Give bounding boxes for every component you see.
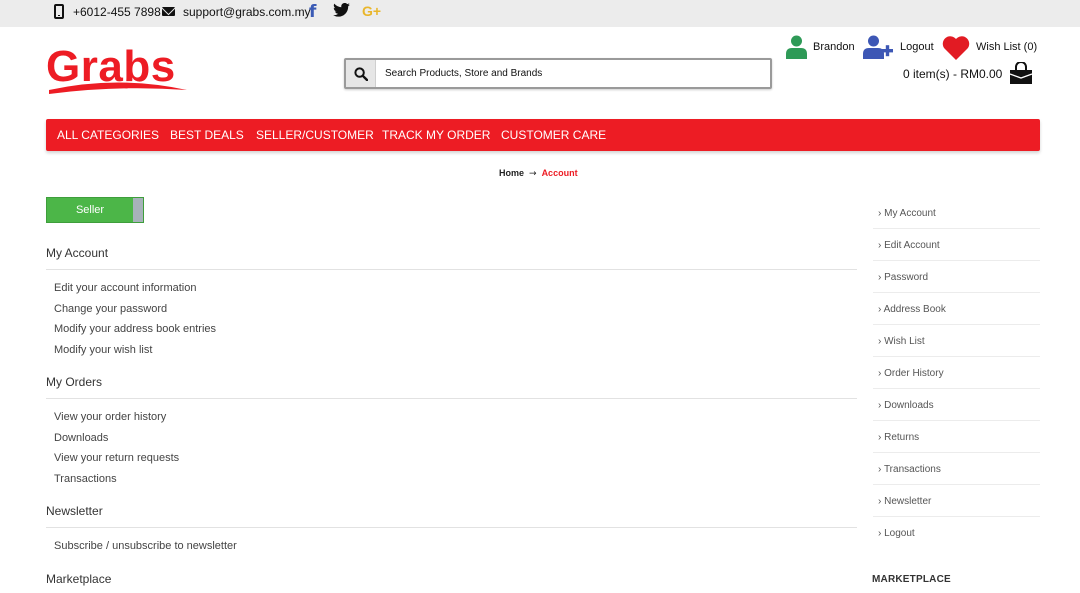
support-email[interactable]: support@grabs.com.my: [183, 0, 311, 24]
arrow-right-icon: →: [529, 169, 537, 179]
sidebar-item-wish-list[interactable]: › Wish List: [878, 336, 925, 347]
divider: [873, 356, 1040, 357]
wishlist-link[interactable]: Wish List (0): [942, 34, 1037, 60]
link-return-requests[interactable]: View your return requests: [54, 452, 179, 464]
user-account-link[interactable]: Brandon: [786, 34, 855, 60]
divider: [46, 527, 857, 528]
sidebar-item-logout[interactable]: › Logout: [878, 528, 915, 539]
breadcrumb-current[interactable]: Account: [542, 168, 578, 178]
main-nav: ALL CATEGORIES BEST DEALS SELLER/CUSTOME…: [46, 119, 1040, 151]
link-transactions[interactable]: Transactions: [54, 473, 117, 485]
search-input[interactable]: [376, 60, 770, 87]
logout-label: Logout: [900, 41, 934, 53]
nav-customer-care[interactable]: CUSTOMER CARE: [501, 119, 606, 151]
phone-icon: [54, 4, 64, 19]
divider: [873, 324, 1040, 325]
divider: [46, 269, 857, 270]
link-change-password[interactable]: Change your password: [54, 303, 167, 315]
cart-link[interactable]: 0 item(s) - RM0.00: [903, 62, 1033, 85]
seller-toggle[interactable]: Seller: [46, 197, 144, 223]
sidebar-item-downloads[interactable]: › Downloads: [878, 400, 934, 411]
nav-track-my-order[interactable]: TRACK MY ORDER: [382, 119, 490, 151]
section-title-newsletter: Newsletter: [46, 504, 103, 518]
cart-summary: 0 item(s) - RM0.00: [903, 66, 1003, 81]
section-title-my-orders: My Orders: [46, 375, 103, 389]
user-name: Brandon: [813, 41, 855, 53]
link-wish-list[interactable]: Modify your wish list: [54, 344, 152, 356]
nav-best-deals[interactable]: BEST DEALS: [170, 119, 244, 151]
breadcrumb: Home → Account: [499, 168, 578, 179]
divider: [873, 420, 1040, 421]
link-address-book[interactable]: Modify your address book entries: [54, 323, 216, 335]
section-title-my-account: My Account: [46, 246, 109, 260]
link-order-history[interactable]: View your order history: [54, 411, 166, 423]
divider: [873, 484, 1040, 485]
search-box: [344, 58, 772, 89]
link-newsletter[interactable]: Subscribe / unsubscribe to newsletter: [54, 540, 237, 552]
shopping-bag-icon: [1010, 62, 1033, 84]
search-icon[interactable]: [346, 60, 376, 87]
sidebar-marketplace-title: MARKETPLACE: [872, 574, 951, 585]
sidebar-item-newsletter[interactable]: › Newsletter: [878, 496, 931, 507]
toggle-handle[interactable]: [133, 198, 143, 222]
divider: [873, 292, 1040, 293]
divider: [873, 260, 1040, 261]
phone-number: +6012-455 7898: [73, 5, 161, 19]
divider: [873, 388, 1040, 389]
sidebar-item-password[interactable]: › Password: [878, 272, 928, 283]
nav-all-categories[interactable]: ALL CATEGORIES: [57, 119, 159, 151]
seller-toggle-label: Seller: [75, 204, 105, 216]
grabs-logo[interactable]: Grabs: [46, 42, 191, 101]
section-title-marketplace: Marketplace: [46, 572, 112, 586]
divider: [873, 452, 1040, 453]
google-plus-icon[interactable]: G+: [362, 3, 381, 19]
sidebar-item-my-account[interactable]: › My Account: [878, 208, 936, 219]
divider: [873, 228, 1040, 229]
sidebar-item-transactions[interactable]: › Transactions: [878, 464, 941, 475]
user-icon: [786, 35, 807, 59]
sidebar-item-returns[interactable]: › Returns: [878, 432, 919, 443]
breadcrumb-home[interactable]: Home: [499, 168, 524, 178]
sidebar-item-address-book[interactable]: › Address Book: [878, 304, 946, 315]
link-downloads[interactable]: Downloads: [54, 432, 108, 444]
twitter-icon[interactable]: [333, 2, 350, 22]
wishlist-label: Wish List (0): [976, 41, 1038, 53]
link-edit-account-info[interactable]: Edit your account information: [54, 282, 196, 294]
add-user-icon: [863, 35, 893, 59]
heart-icon: [942, 35, 970, 60]
logout-link[interactable]: Logout: [863, 34, 934, 60]
sidebar-item-order-history[interactable]: › Order History: [878, 368, 944, 379]
divider: [46, 398, 857, 399]
divider: [873, 516, 1040, 517]
nav-seller-customer[interactable]: SELLER/CUSTOMER: [256, 119, 374, 151]
facebook-icon[interactable]: f: [309, 2, 316, 22]
top-bar: +6012-455 7898 support@grabs.com.my f G+: [0, 0, 1080, 27]
mail-icon: [162, 7, 175, 16]
sidebar-item-edit-account[interactable]: › Edit Account: [878, 240, 940, 251]
